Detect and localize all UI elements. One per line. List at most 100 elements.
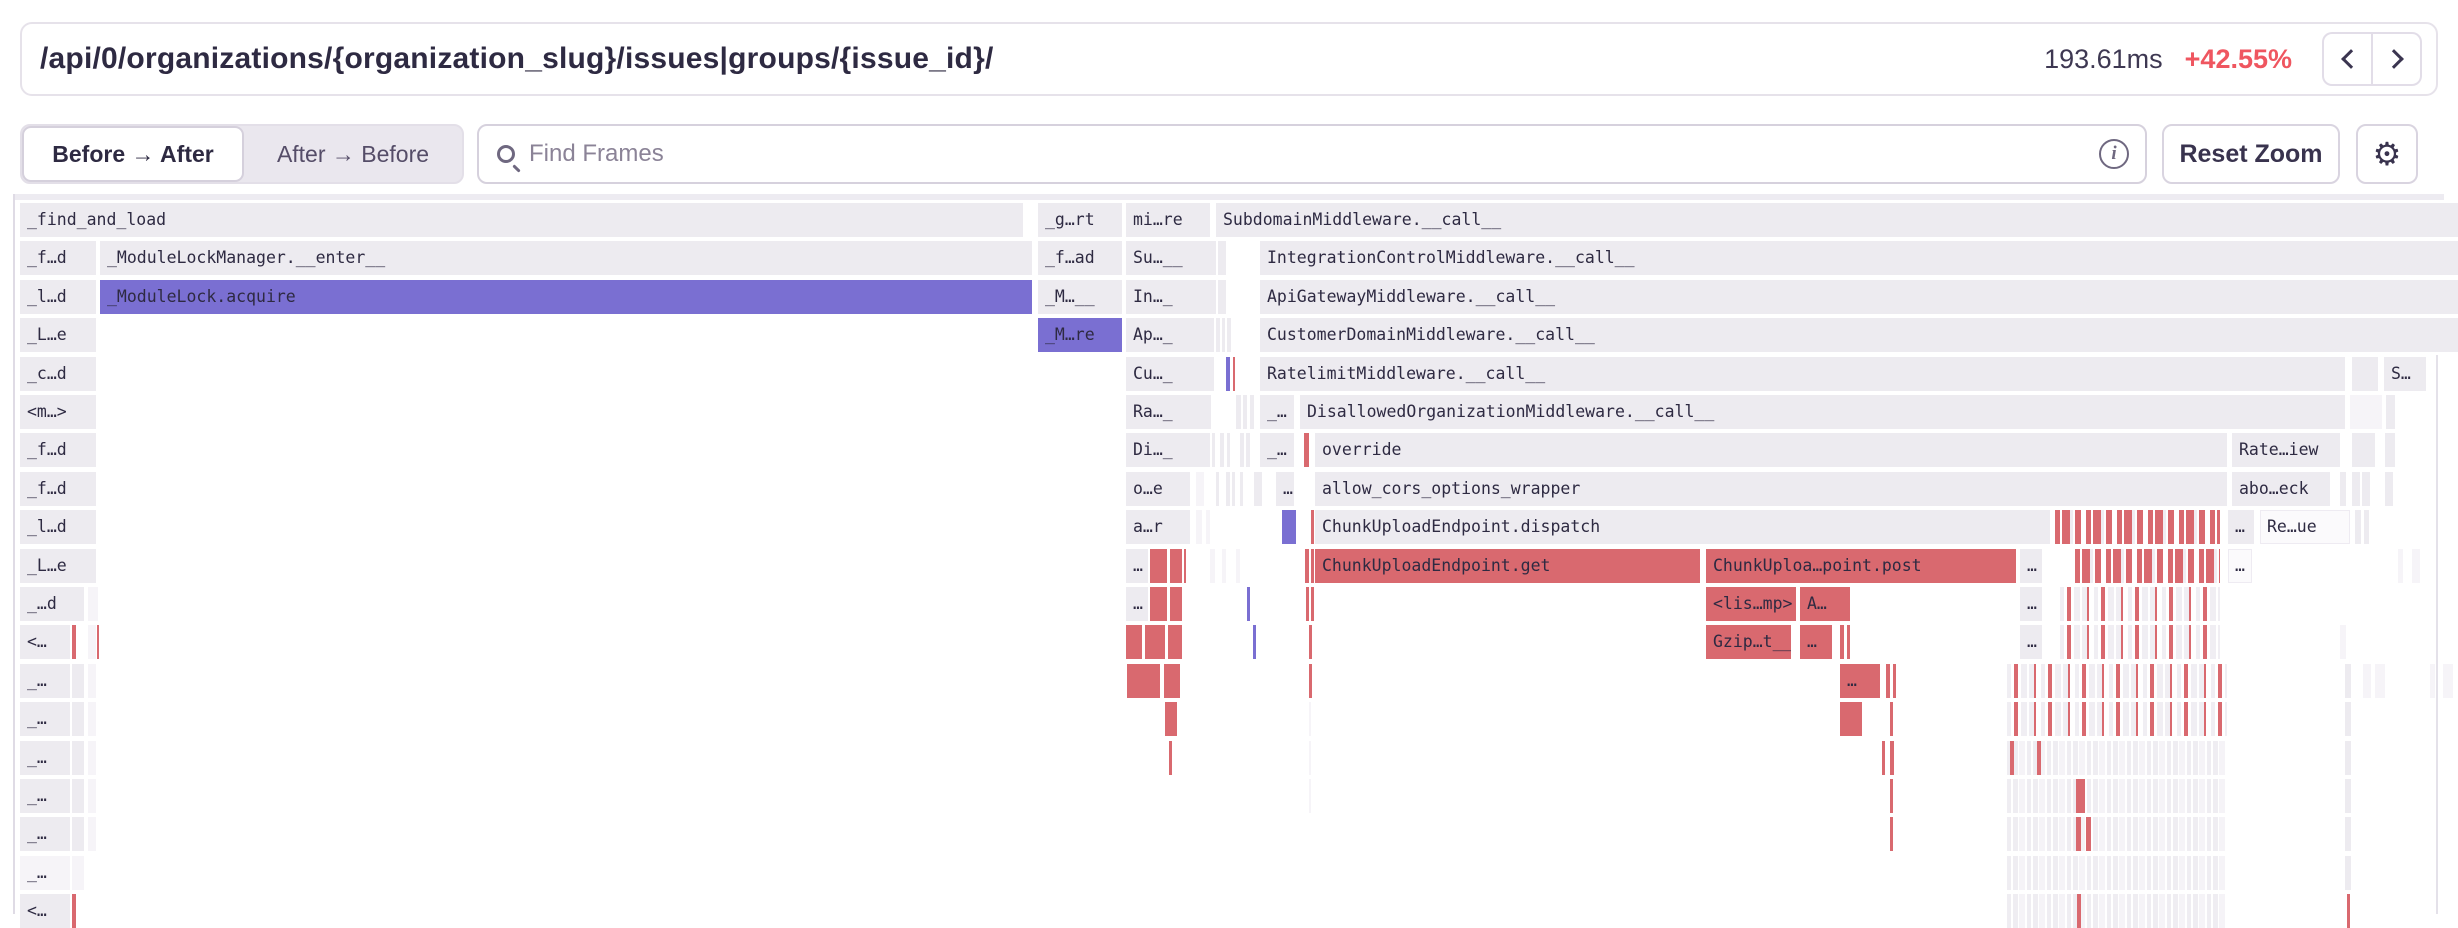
settings-gear-button[interactable]: ⚙ <box>2356 124 2418 184</box>
flame-frame[interactable]: _f…d <box>20 241 96 275</box>
flame-frame[interactable]: _… <box>20 779 70 813</box>
flame-frame[interactable] <box>97 625 99 659</box>
flame-frame[interactable] <box>2352 433 2375 467</box>
flame-frame[interactable]: a…r <box>1126 510 1190 544</box>
flame-frame[interactable] <box>2347 894 2350 928</box>
flame-frame[interactable] <box>88 741 96 775</box>
flame-frame[interactable] <box>2345 779 2351 813</box>
before-after-button[interactable]: Before → After <box>22 126 244 182</box>
flame-frame[interactable] <box>1227 433 1230 467</box>
flame-frame[interactable] <box>2037 741 2041 775</box>
flame-frame[interactable]: _L…e <box>20 318 96 352</box>
flame-frame[interactable] <box>1309 741 1311 775</box>
flame-frame[interactable] <box>88 779 96 813</box>
flame-frame[interactable] <box>1309 779 1311 813</box>
flame-frame[interactable] <box>1126 625 1142 659</box>
flame-frame[interactable] <box>1170 587 1182 621</box>
flame-frame[interactable] <box>2345 702 2351 736</box>
flame-frame[interactable] <box>72 702 84 736</box>
flame-frame[interactable]: Ap…_ <box>1126 318 1210 352</box>
flame-frame[interactable] <box>1226 357 1230 391</box>
flame-frame[interactable] <box>1212 433 1215 467</box>
flame-frame[interactable] <box>1216 318 1220 352</box>
flame-frame[interactable]: <lis…mp> <box>1706 587 1796 621</box>
flame-frame[interactable] <box>1208 357 1214 391</box>
flame-frame[interactable] <box>72 856 84 890</box>
flame-frame[interactable] <box>1847 625 1850 659</box>
flame-frame[interactable] <box>1233 357 1235 391</box>
flame-frame[interactable]: Cu…_ <box>1126 357 1210 391</box>
flame-frame[interactable] <box>1311 510 1314 544</box>
flame-frame[interactable]: _…d <box>20 587 84 621</box>
flame-frame[interactable] <box>2086 817 2091 851</box>
flame-frame[interactable]: _ModuleLock.acquire <box>100 280 1032 314</box>
flame-frame[interactable] <box>1208 318 1214 352</box>
flame-frame[interactable] <box>1218 241 1226 275</box>
flame-frame[interactable] <box>1165 702 1177 736</box>
flame-frame[interactable] <box>2350 395 2382 429</box>
flame-frame[interactable]: In…_ <box>1126 280 1210 314</box>
flame-frame[interactable]: mi…re <box>1126 203 1210 237</box>
reset-zoom-button[interactable]: Reset Zoom <box>2162 124 2340 184</box>
flame-frame[interactable] <box>1216 472 1219 506</box>
flame-frame[interactable] <box>1890 702 1893 736</box>
flame-frame[interactable] <box>1210 549 1215 583</box>
flame-frame[interactable]: IntegrationControlMiddleware.__call__ <box>1260 241 2458 275</box>
flame-frame[interactable]: … <box>1126 549 1148 583</box>
flame-frame[interactable] <box>2075 549 2220 583</box>
flame-frame[interactable]: abo…eck <box>2232 472 2330 506</box>
flame-frame[interactable] <box>1164 664 1180 698</box>
flame-frame[interactable]: … <box>2020 625 2042 659</box>
flame-frame[interactable] <box>2386 395 2395 429</box>
flame-frame[interactable]: … <box>2020 587 2042 621</box>
flame-frame[interactable]: _… <box>1260 395 1294 429</box>
flame-frame[interactable] <box>1311 587 1314 621</box>
flame-frame[interactable]: o…e <box>1126 472 1190 506</box>
flame-frame[interactable] <box>2055 510 2220 544</box>
flame-frame[interactable] <box>72 779 84 813</box>
flame-frame[interactable]: _… <box>20 817 70 851</box>
flame-frame[interactable] <box>1309 625 1312 659</box>
flame-frame[interactable]: <… <box>20 625 70 659</box>
flame-frame[interactable] <box>1206 510 1210 544</box>
flame-frame[interactable]: _c…d <box>20 357 96 391</box>
flame-frame[interactable] <box>2375 664 2385 698</box>
flame-frame[interactable] <box>1127 664 1160 698</box>
flame-frame[interactable] <box>2363 664 2371 698</box>
flame-frame[interactable] <box>1170 549 1182 583</box>
flame-frame[interactable]: A… <box>1800 587 1850 621</box>
flame-frame[interactable] <box>1145 625 1165 659</box>
flame-frame[interactable]: DisallowedOrganizationMiddleware.__call_… <box>1300 395 2345 429</box>
flame-frame[interactable] <box>2345 664 2351 698</box>
flame-frame[interactable] <box>88 664 96 698</box>
next-sample-button[interactable] <box>2372 32 2422 86</box>
flame-frame[interactable] <box>1196 472 1204 506</box>
flame-frame[interactable]: _l…d <box>20 280 96 314</box>
flame-frame[interactable]: _g…rt <box>1038 203 1122 237</box>
flame-frame[interactable] <box>2060 625 2220 659</box>
flame-frame[interactable] <box>1169 741 1172 775</box>
flame-frame[interactable] <box>1282 510 1296 544</box>
flame-frame[interactable]: _… <box>20 741 70 775</box>
flame-frame[interactable] <box>2412 549 2420 583</box>
flame-frame[interactable] <box>1240 433 1244 467</box>
flame-frame[interactable]: ChunkUploadEndpoint.dispatch <box>1315 510 2050 544</box>
flame-frame[interactable] <box>1150 549 1167 583</box>
after-before-button[interactable]: After → Before <box>244 126 462 182</box>
flame-frame[interactable]: _l…d <box>20 510 96 544</box>
flame-frame[interactable] <box>1168 625 1182 659</box>
flame-frame[interactable] <box>1246 433 1250 467</box>
flame-frame[interactable] <box>2352 472 2360 506</box>
flame-frame[interactable] <box>1184 549 1186 583</box>
flame-frame[interactable] <box>2060 587 2220 621</box>
flame-frame[interactable] <box>2340 472 2346 506</box>
flame-frame[interactable]: … <box>2020 549 2042 583</box>
flame-frame[interactable] <box>2007 817 2227 851</box>
flame-frame[interactable]: Rate…iew <box>2232 433 2340 467</box>
flame-frame[interactable] <box>1250 395 1254 429</box>
flame-frame[interactable]: … <box>1840 664 1880 698</box>
flame-frame[interactable]: ChunkUploa…point.post <box>1706 549 2016 583</box>
flame-frame[interactable]: override <box>1315 433 2227 467</box>
flame-frame[interactable] <box>2362 472 2370 506</box>
flame-frame[interactable]: Su…__ <box>1126 241 1210 275</box>
